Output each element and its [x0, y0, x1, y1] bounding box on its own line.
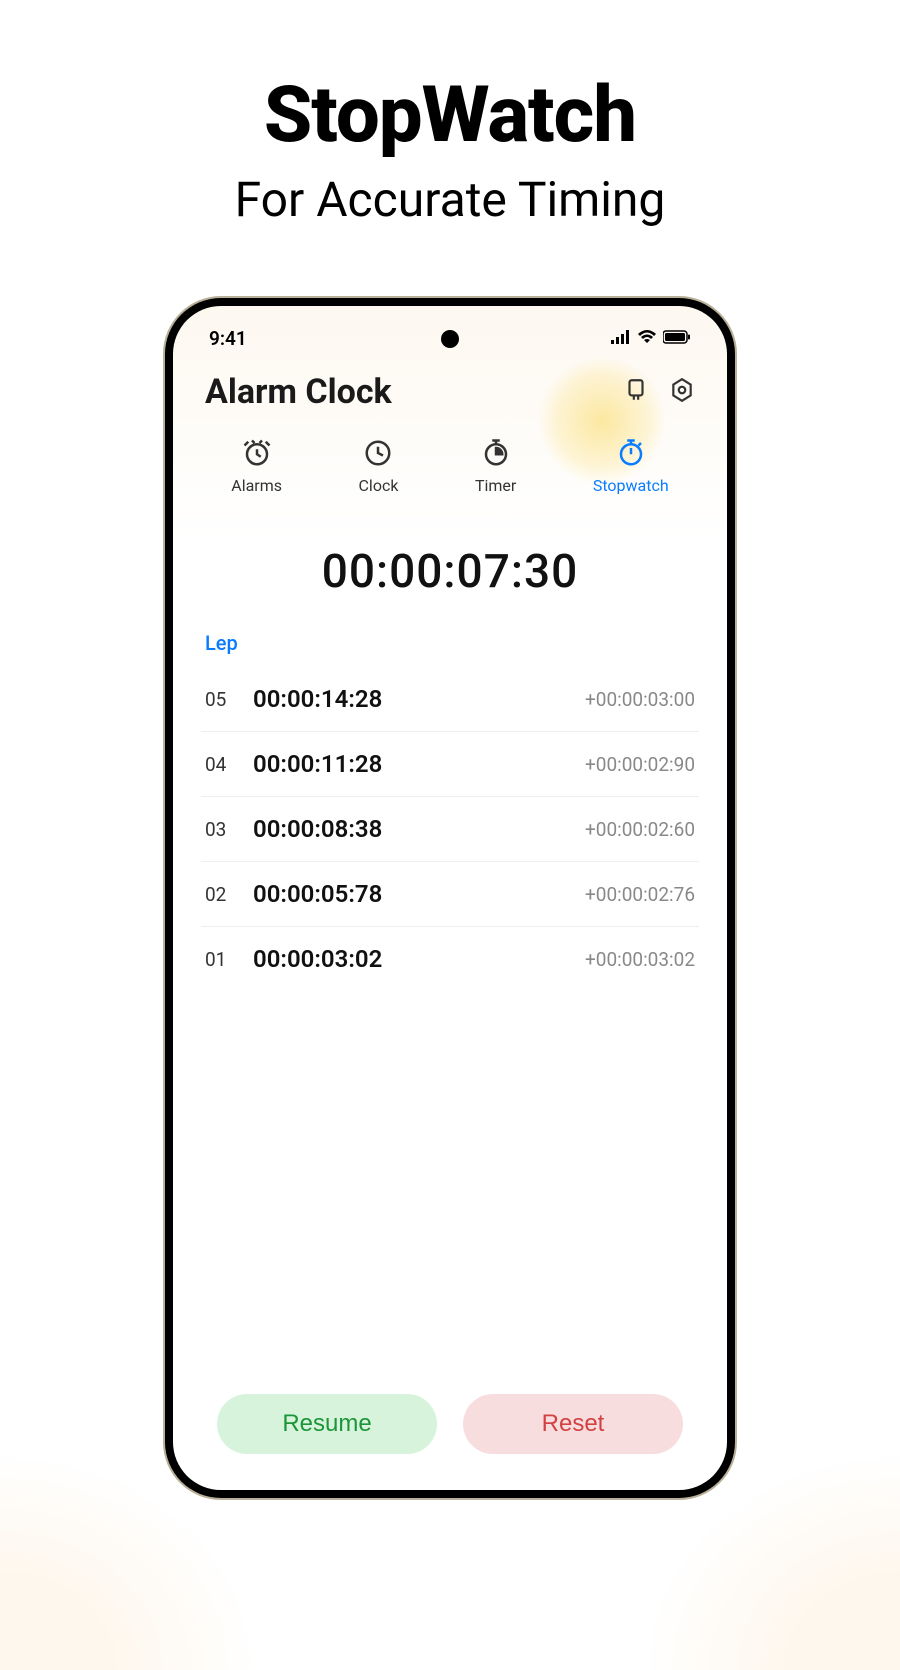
settings-icon[interactable] — [669, 377, 695, 407]
signal-icon — [611, 329, 631, 348]
lap-delta: +00:00:03:00 — [585, 688, 695, 711]
app-header: Alarm Clock — [173, 352, 727, 420]
timer-icon — [481, 438, 511, 468]
reset-button[interactable]: Reset — [463, 1394, 683, 1454]
lap-time: 00:00:11:28 — [253, 750, 585, 778]
app-title: Alarm Clock — [205, 372, 392, 412]
status-bar: 9:41 — [173, 306, 727, 352]
lap-row: 02 00:00:05:78 +00:00:02:76 — [201, 862, 699, 927]
battery-icon — [663, 329, 691, 348]
marketing-subtitle: For Accurate Timing — [0, 171, 900, 228]
status-time: 9:41 — [209, 327, 247, 350]
customize-icon[interactable] — [623, 377, 649, 407]
tab-label: Alarms — [231, 476, 282, 495]
stopwatch-icon — [616, 438, 646, 468]
phone-screen: 9:41 Alarm Clock — [173, 306, 727, 1490]
lap-row: 05 00:00:14:28 +00:00:03:00 — [201, 667, 699, 732]
lap-delta: +00:00:02:60 — [585, 818, 695, 841]
lap-time: 00:00:08:38 — [253, 815, 585, 843]
lap-row: 04 00:00:11:28 +00:00:02:90 — [201, 732, 699, 797]
elapsed-time: 00:00:07:30 — [173, 545, 727, 599]
wifi-icon — [637, 329, 657, 348]
alarm-icon — [242, 438, 272, 468]
tab-label: Stopwatch — [593, 476, 669, 495]
phone-frame: 9:41 Alarm Clock — [165, 298, 735, 1498]
lap-delta: +00:00:03:02 — [585, 948, 695, 971]
lap-number: 05 — [205, 688, 253, 711]
lap-list: 05 00:00:14:28 +00:00:03:00 04 00:00:11:… — [173, 667, 727, 991]
lap-delta: +00:00:02:76 — [585, 883, 695, 906]
lap-number: 03 — [205, 818, 253, 841]
tab-alarms[interactable]: Alarms — [231, 438, 282, 495]
lap-time: 00:00:05:78 — [253, 880, 585, 908]
lap-header-label: Lep — [173, 599, 727, 667]
tab-label: Timer — [475, 476, 516, 495]
marketing-title: StopWatch — [0, 70, 900, 161]
lap-time: 00:00:03:02 — [253, 945, 585, 973]
status-icons — [611, 329, 691, 348]
tab-bar: Alarms Clock Timer Stopwatch — [173, 420, 727, 515]
tab-stopwatch[interactable]: Stopwatch — [593, 438, 669, 495]
lap-delta: +00:00:02:90 — [585, 753, 695, 776]
tab-label: Clock — [359, 476, 399, 495]
lap-row: 01 00:00:03:02 +00:00:03:02 — [201, 927, 699, 991]
lap-number: 01 — [205, 948, 253, 971]
tab-clock[interactable]: Clock — [359, 438, 399, 495]
lap-row: 03 00:00:08:38 +00:00:02:60 — [201, 797, 699, 862]
lap-number: 04 — [205, 753, 253, 776]
clock-icon — [363, 438, 393, 468]
tab-timer[interactable]: Timer — [475, 438, 516, 495]
resume-button[interactable]: Resume — [217, 1394, 437, 1454]
lap-time: 00:00:14:28 — [253, 685, 585, 713]
bottom-actions: Resume Reset — [173, 1394, 727, 1454]
lap-number: 02 — [205, 883, 253, 906]
